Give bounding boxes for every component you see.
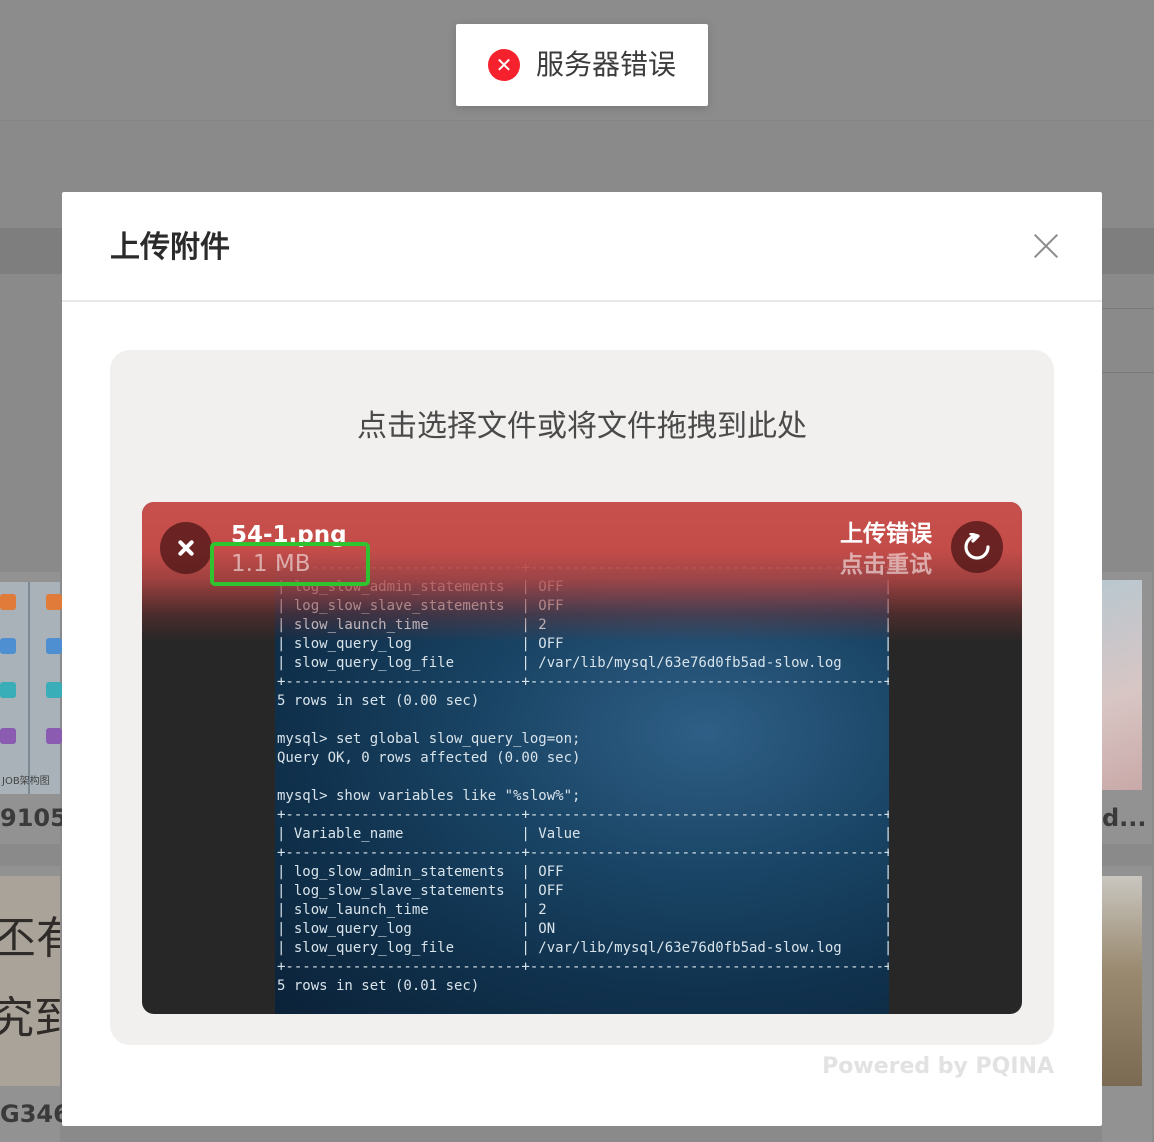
error-circle-icon: ✕ [488,49,520,81]
diagram-node [46,594,62,610]
diagram-node [46,638,62,654]
toast-message: 服务器错误 [536,48,677,81]
background-thumbnail-anime [1102,580,1142,790]
background-card-caption: d... [1102,804,1147,832]
diagram-node [0,682,16,698]
diagram-node [46,682,62,698]
file-size-highlight [210,542,370,586]
diagram-node [46,728,62,744]
thumbnail-label: JOB架构图 [2,776,50,787]
dialog-divider [62,300,1102,302]
background-thumbnail-diagram: JOB架构图 [0,582,62,794]
background-card-caption: G346 [0,1100,70,1128]
retry-icon [964,533,990,560]
powered-by-link[interactable]: Powered by PQINA [822,1052,1054,1082]
file-drop-area[interactable]: 点击选择文件或将文件拖拽到此处 | Variable_name | Value … [110,350,1054,1045]
drop-label[interactable]: 点击选择文件或将文件拖拽到此处 [110,406,1054,448]
background-thumbnail-photo [1102,876,1142,1086]
upload-attachment-dialog: 上传附件 点击选择文件或将文件拖拽到此处 | Variable_name | V… [62,192,1102,1126]
background-thumbnail-calligraphy: 丕有 究到 [0,876,60,1086]
remove-file-button[interactable] [160,522,212,574]
background-divider [1102,372,1154,373]
calligraphy-text: 究到 [0,993,60,1044]
background-divider [1102,308,1154,309]
retry-button[interactable] [951,521,1003,573]
diagram-line [28,582,30,794]
file-item[interactable]: | Variable_name | Value | +-------------… [142,502,1022,1014]
diagram-node [0,728,16,744]
upload-status: 上传错误 [840,521,932,547]
calligraphy-text: 丕有 [0,913,60,964]
retry-hint[interactable]: 点击重试 [840,550,932,580]
dialog-title: 上传附件 [110,230,230,265]
close-icon[interactable] [1028,228,1064,264]
background-card-caption: 9105 [0,804,67,832]
diagram-node [0,594,16,610]
diagram-node [0,638,16,654]
